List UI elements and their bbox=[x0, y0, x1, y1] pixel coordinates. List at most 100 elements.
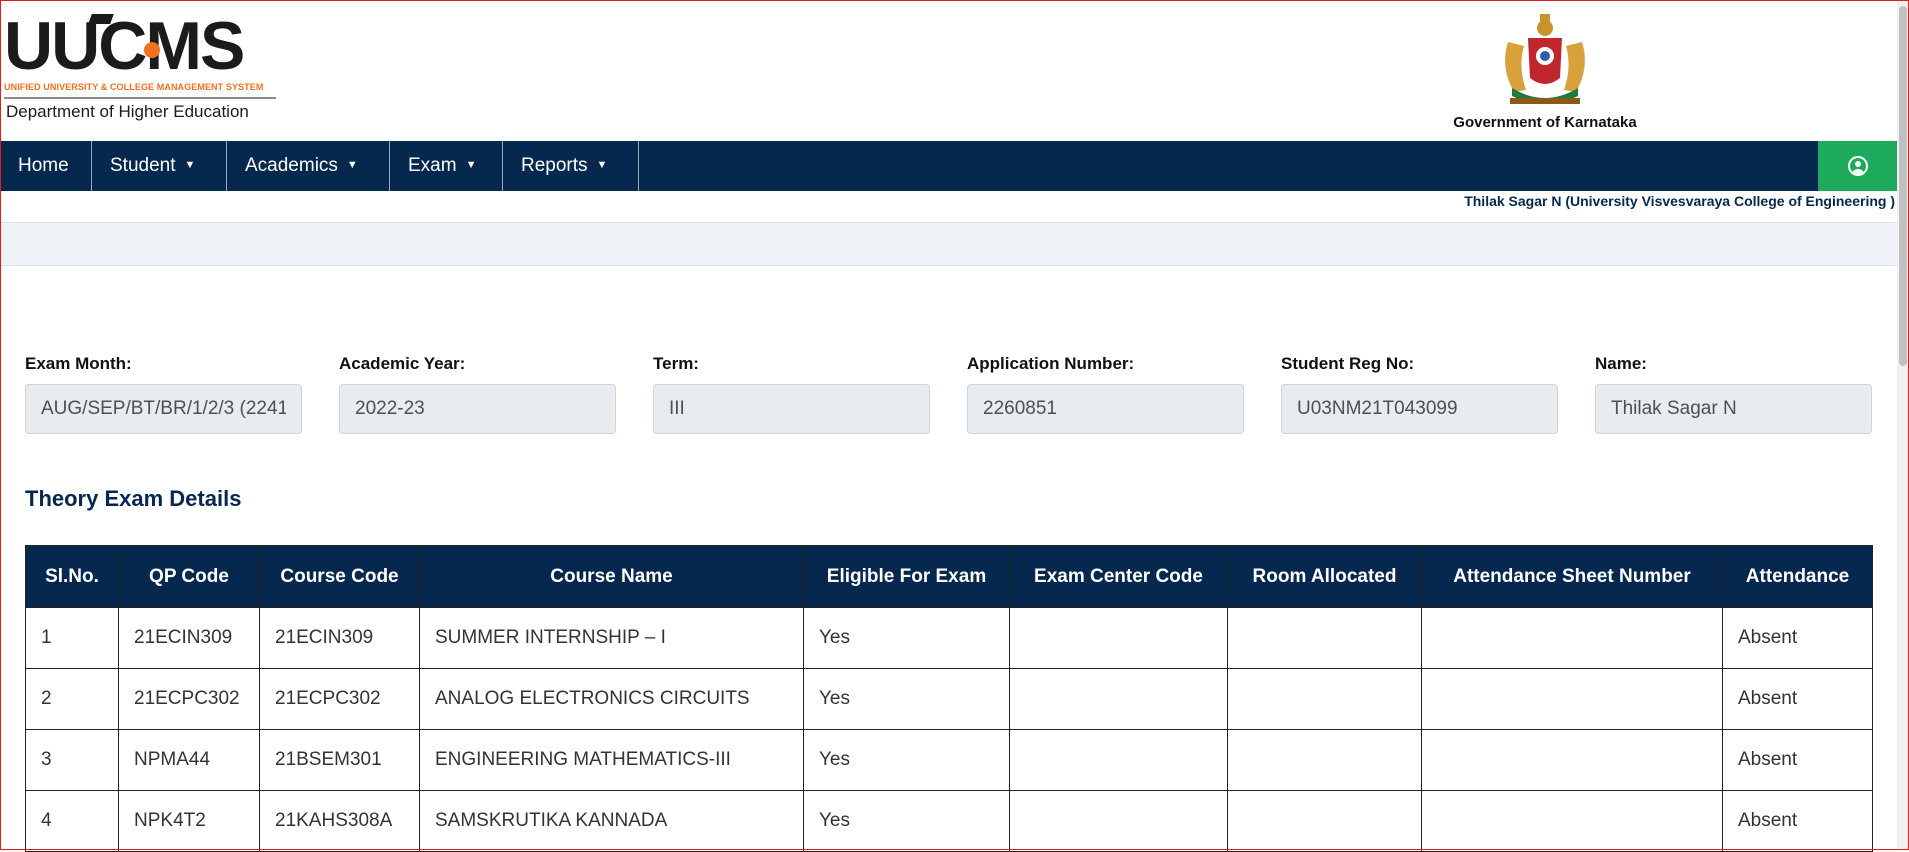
cell-course-code: 21BSEM301 bbox=[259, 729, 420, 791]
main-navbar: Home Student ▼ Academics ▼ Exam ▼ Report… bbox=[0, 141, 1897, 191]
application-number-label: Application Number: bbox=[967, 354, 1135, 373]
exam-month-label: Exam Month: bbox=[25, 354, 132, 373]
cell-attendance-sheet-number bbox=[1421, 729, 1723, 791]
cell-room-allocated bbox=[1227, 729, 1422, 791]
cell-qp-code: NPK4T2 bbox=[118, 790, 260, 852]
column-header-sl-no: Sl.No. bbox=[25, 545, 119, 608]
cell-sl-no: 2 bbox=[25, 668, 119, 730]
student-reg-no-group: Student Reg No: bbox=[1281, 354, 1560, 434]
nav-student-label: Student bbox=[110, 155, 176, 176]
cell-attendance-sheet-number bbox=[1421, 790, 1723, 852]
column-header-course-code: Course Code bbox=[259, 545, 420, 608]
name-field[interactable] bbox=[1595, 384, 1872, 434]
chevron-down-icon: ▼ bbox=[596, 159, 608, 171]
term-field[interactable] bbox=[653, 384, 930, 434]
academic-year-field[interactable] bbox=[339, 384, 616, 434]
column-header-exam-center-code: Exam Center Code bbox=[1009, 545, 1228, 608]
user-circle-icon bbox=[1847, 156, 1868, 176]
term-label: Term: bbox=[653, 354, 699, 373]
table-header-row: Sl.No. QP Code Course Code Course Name E… bbox=[25, 545, 1873, 608]
cell-sl-no: 3 bbox=[25, 729, 119, 791]
cell-course-name: ENGINEERING MATHEMATICS-III bbox=[419, 729, 804, 791]
student-reg-no-label: Student Reg No: bbox=[1281, 354, 1415, 373]
theory-exam-table-wrapper: Sl.No. QP Code Course Code Course Name E… bbox=[25, 545, 1873, 852]
logo-divider bbox=[4, 97, 276, 99]
cell-qp-code: 21ECPC302 bbox=[118, 668, 260, 730]
column-header-eligible: Eligible For Exam bbox=[803, 545, 1010, 608]
cell-course-name: SUMMER INTERNSHIP – I bbox=[419, 607, 804, 669]
cell-eligible: Yes bbox=[803, 790, 1010, 852]
chevron-down-icon: ▼ bbox=[184, 159, 196, 171]
logo-tagline: UNIFIED UNIVERSITY & COLLEGE MANAGEMENT … bbox=[4, 82, 264, 92]
application-number-field[interactable] bbox=[967, 384, 1244, 434]
cell-attendance: Absent bbox=[1722, 729, 1873, 791]
cell-course-code: 21ECPC302 bbox=[259, 668, 420, 730]
student-reg-no-field[interactable] bbox=[1281, 384, 1558, 434]
logo-wordmark: UUCMS bbox=[4, 8, 245, 84]
nav-reports[interactable]: Reports ▼ bbox=[503, 141, 639, 191]
application-number-group: Application Number: bbox=[967, 354, 1246, 434]
theory-section-title: Theory Exam Details bbox=[25, 486, 242, 511]
name-group: Name: bbox=[1595, 354, 1874, 434]
table-row: 2 21ECPC302 21ECPC302 ANALOG ELECTRONICS… bbox=[25, 668, 1873, 730]
cell-attendance: Absent bbox=[1722, 607, 1873, 669]
table-row: 4 NPK4T2 21KAHS308A SAMSKRUTIKA KANNADA … bbox=[25, 790, 1873, 852]
cell-room-allocated bbox=[1227, 790, 1422, 852]
nav-exam-label: Exam bbox=[408, 155, 457, 176]
column-header-room-allocated: Room Allocated bbox=[1227, 545, 1422, 608]
cell-course-name: SAMSKRUTIKA KANNADA bbox=[419, 790, 804, 852]
cell-attendance-sheet-number bbox=[1421, 607, 1723, 669]
cell-qp-code: NPMA44 bbox=[118, 729, 260, 791]
cell-exam-center-code bbox=[1009, 607, 1228, 669]
column-header-course-name: Course Name bbox=[419, 545, 804, 608]
cell-course-name: ANALOG ELECTRONICS CIRCUITS bbox=[419, 668, 804, 730]
nav-academics[interactable]: Academics ▼ bbox=[227, 141, 390, 191]
nav-exam[interactable]: Exam ▼ bbox=[390, 141, 503, 191]
scrollbar-thumb[interactable] bbox=[1899, 6, 1907, 366]
cell-exam-center-code bbox=[1009, 729, 1228, 791]
nav-reports-label: Reports bbox=[521, 155, 588, 176]
cell-eligible: Yes bbox=[803, 729, 1010, 791]
page: UUCMS UNIFIED UNIVERSITY & COLLEGE MANAG… bbox=[0, 0, 1897, 852]
cell-sl-no: 4 bbox=[25, 790, 119, 852]
karnataka-emblem: Government of Karnataka bbox=[1450, 12, 1640, 134]
nav-home[interactable]: Home bbox=[0, 141, 92, 191]
table-row: 1 21ECIN309 21ECIN309 SUMMER INTERNSHIP … bbox=[25, 607, 1873, 669]
cell-course-code: 21KAHS308A bbox=[259, 790, 420, 852]
government-name: Government of Karnataka bbox=[1453, 114, 1637, 131]
cell-eligible: Yes bbox=[803, 607, 1010, 669]
breadcrumb-band bbox=[0, 222, 1897, 266]
user-menu-button[interactable] bbox=[1818, 141, 1897, 191]
exam-month-group: Exam Month: bbox=[25, 354, 304, 434]
logged-in-user: Thilak Sagar N (University Visvesvaraya … bbox=[1464, 193, 1895, 209]
column-header-attendance: Attendance bbox=[1722, 545, 1873, 608]
column-header-attendance-sheet-number: Attendance Sheet Number bbox=[1421, 545, 1723, 608]
cell-qp-code: 21ECIN309 bbox=[118, 607, 260, 669]
nav-student[interactable]: Student ▼ bbox=[92, 141, 227, 191]
chevron-down-icon: ▼ bbox=[346, 159, 358, 171]
academic-year-group: Academic Year: bbox=[339, 354, 618, 434]
cell-attendance-sheet-number bbox=[1421, 668, 1723, 730]
uucms-logo[interactable]: UUCMS UNIFIED UNIVERSITY & COLLEGE MANAG… bbox=[4, 12, 276, 124]
department-name: Department of Higher Education bbox=[6, 102, 249, 121]
cell-attendance: Absent bbox=[1722, 668, 1873, 730]
cell-exam-center-code bbox=[1009, 790, 1228, 852]
cell-exam-center-code bbox=[1009, 668, 1228, 730]
term-group: Term: bbox=[653, 354, 932, 434]
cell-sl-no: 1 bbox=[25, 607, 119, 669]
table-row: 3 NPMA44 21BSEM301 ENGINEERING MATHEMATI… bbox=[25, 729, 1873, 791]
logo-orange-dot bbox=[144, 42, 160, 58]
academic-year-label: Academic Year: bbox=[339, 354, 466, 373]
cell-room-allocated bbox=[1227, 668, 1422, 730]
theory-exam-table: Sl.No. QP Code Course Code Course Name E… bbox=[25, 545, 1873, 852]
cell-room-allocated bbox=[1227, 607, 1422, 669]
nav-academics-label: Academics bbox=[245, 155, 338, 176]
column-header-qp-code: QP Code bbox=[118, 545, 260, 608]
cell-eligible: Yes bbox=[803, 668, 1010, 730]
chevron-down-icon: ▼ bbox=[465, 159, 477, 171]
name-label: Name: bbox=[1595, 354, 1647, 373]
exam-month-field[interactable] bbox=[25, 384, 302, 434]
page-scrollbar[interactable] bbox=[1897, 0, 1909, 850]
cell-course-code: 21ECIN309 bbox=[259, 607, 420, 669]
cell-attendance: Absent bbox=[1722, 790, 1873, 852]
